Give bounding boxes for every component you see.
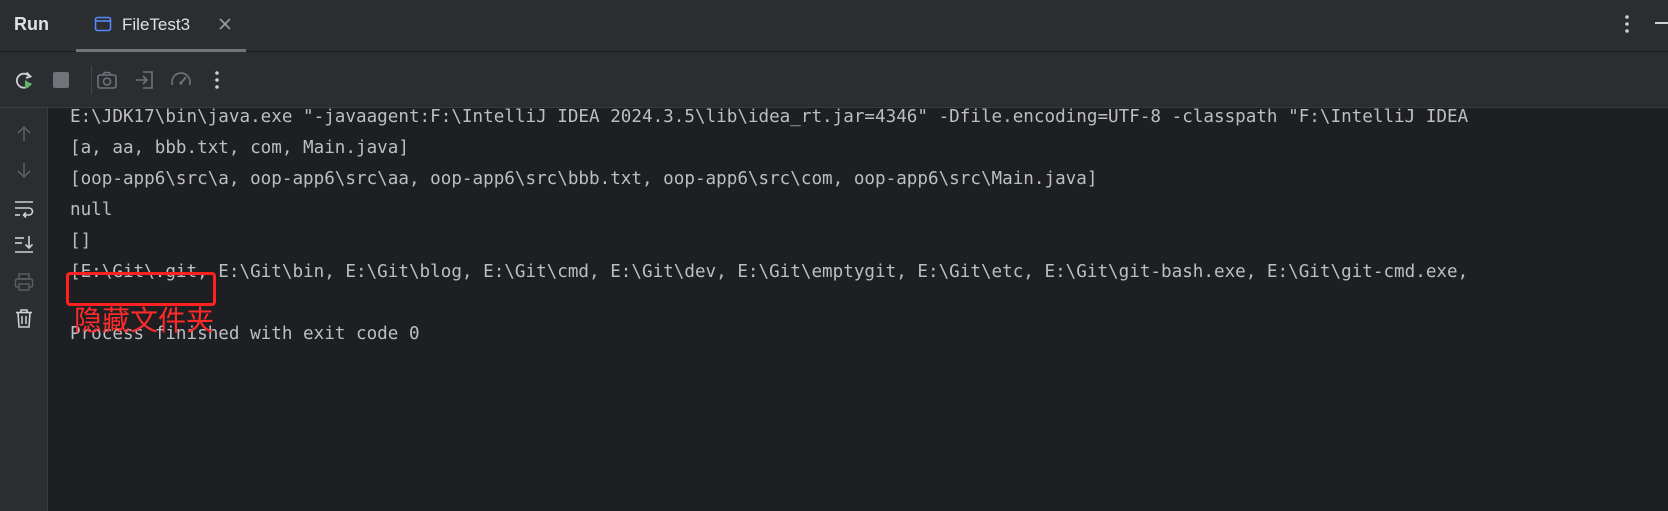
console-side-toolbar [0,108,48,511]
restore-layout-button[interactable] [131,66,159,94]
arrow-down-icon [17,163,31,179]
console-line: [] [70,231,92,251]
console-line-command: E:\JDK17\bin\java.exe "-javaagent:F:\Int… [70,108,1469,127]
tab-label: FileTest3 [122,15,191,34]
run-tool-window-header: Run FileTest3 [0,0,1668,52]
console-line: null [70,200,113,220]
print-button[interactable] [10,268,38,296]
login-icon [136,71,153,89]
soft-wrap-button[interactable] [10,194,38,222]
console-line: [E:\Git\.git, E:\Git\bin, E:\Git\blog, E… [70,262,1469,282]
print-icon [14,273,34,291]
soft-wrap-icon [15,201,34,219]
arrow-up-icon [17,125,31,141]
clear-all-button[interactable] [10,304,38,332]
toolbar-separator [91,66,92,94]
profiler-button[interactable] [167,66,195,94]
console-line: [a, aa, bbb.txt, com, Main.java] [70,138,409,158]
run-panel-title: Run [14,14,49,34]
stop-icon [53,72,69,88]
console-tab-icon [94,16,112,32]
rerun-icon [16,71,33,89]
close-icon[interactable] [216,15,234,33]
trash-icon [16,309,32,328]
scroll-to-end-button[interactable] [10,230,38,258]
more-vertical-icon [215,71,219,89]
annotation-label: 隐藏文件夹 [74,304,215,337]
rerun-button[interactable] [10,66,38,94]
run-toolbar [0,52,1668,108]
camera-icon [97,71,117,89]
stop-button[interactable] [47,66,75,94]
console-line: [oop-app6\src\a, oop-app6\src\aa, oop-ap… [70,169,1098,189]
annotation-highlight-box [66,272,216,306]
scroll-down-button[interactable] [10,156,38,184]
more-options-button[interactable] [203,66,231,94]
scroll-to-end-icon [15,236,34,253]
scroll-up-button[interactable] [10,120,38,148]
screenshot-button[interactable] [93,66,121,94]
minimize-icon[interactable] [1655,22,1668,25]
console-output[interactable]: E:\JDK17\bin\java.exe "-javaagent:F:\Int… [48,108,1668,511]
performance-icon [171,72,191,86]
tab-filetest3[interactable]: FileTest3 [76,0,246,52]
more-vertical-icon[interactable] [1622,12,1632,36]
